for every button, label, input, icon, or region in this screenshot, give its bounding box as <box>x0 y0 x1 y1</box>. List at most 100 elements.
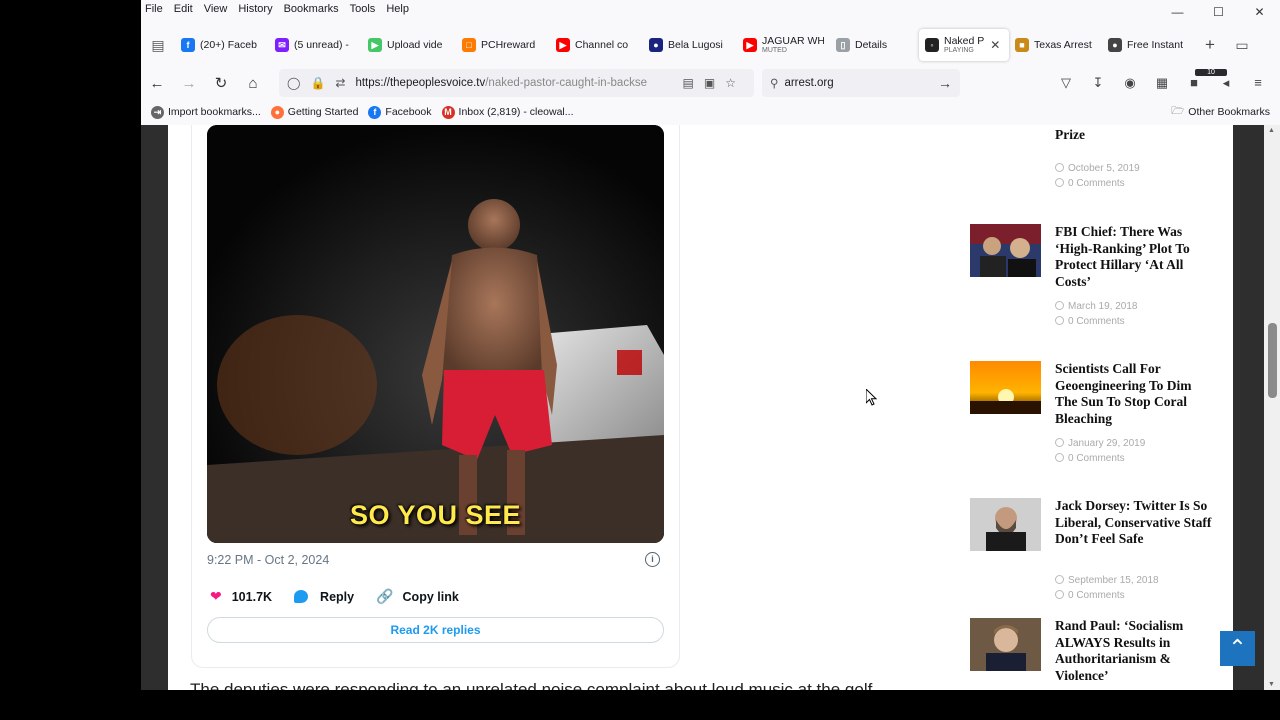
window-controls: — ☐ ✕ <box>1157 0 1280 24</box>
tab-8[interactable]: ◦ Naked P PLAYING ✕ <box>919 29 1009 61</box>
tab-3[interactable]: □ PCHreward <box>456 29 550 61</box>
reply-button[interactable]: Reply <box>294 590 354 604</box>
sidebar-post: Win 2019 Nobel Peace Prize October 5, 201… <box>970 125 1220 235</box>
lock-icon[interactable]: 🔒 <box>310 76 325 90</box>
heart-icon: ❤ <box>210 588 222 604</box>
bookmark-item[interactable]: ⇥ Import bookmarks... <box>151 105 261 119</box>
back-icon[interactable]: ← <box>141 75 173 92</box>
browser-window: File Edit View History Bookmarks Tools H… <box>141 0 1280 690</box>
post-date-text: September 15, 2018 <box>1068 575 1159 586</box>
tab-strip: ▤ f (20+) Faceb ✉ (5 unread) - ▶ Upload vide □… <box>141 26 1280 64</box>
copy-link-button[interactable]: 🔗 Copy link <box>376 588 459 605</box>
tweet-timestamp[interactable]: 9:22 PM - Oct 2, 2024 <box>207 553 329 567</box>
menu-help[interactable]: Help <box>386 3 409 15</box>
video-frame <box>207 125 664 543</box>
tab-favicon-icon: ▯ <box>836 38 850 52</box>
page-scrollbar[interactable]: ▲ ▼ <box>1264 125 1280 690</box>
all-tabs-icon[interactable]: ▭ <box>1225 37 1259 54</box>
post-title-link[interactable]: Win 2019 Nobel Peace Prize <box>1055 125 1215 143</box>
tab-label: Bela Lugosi <box>668 39 723 51</box>
info-icon[interactable]: i <box>645 552 660 567</box>
menu-history[interactable]: History <box>238 3 272 15</box>
tab-title: Details <box>855 39 888 51</box>
sidebar-post: Rand Paul: ‘Socialism ALWAYS Results in … <box>970 618 1220 690</box>
menu-file[interactable]: File <box>145 3 163 15</box>
reload-icon[interactable]: ↻ <box>205 74 237 92</box>
tab-5[interactable]: ● Bela Lugosi <box>643 29 737 61</box>
search-go-icon[interactable]: → <box>938 75 952 91</box>
clock-icon <box>1055 438 1064 447</box>
tab-0[interactable]: f (20+) Faceb <box>175 29 269 61</box>
tab-favicon-icon: □ <box>462 38 476 52</box>
close-window-button[interactable]: ✕ <box>1239 0 1280 24</box>
tab-audio-status: MUTED <box>762 47 787 54</box>
tab-9[interactable]: ■ Texas Arrest <box>1009 29 1102 61</box>
shield-icon[interactable]: ◯ <box>287 76 300 90</box>
scroll-down-icon[interactable]: ▼ <box>1268 681 1275 688</box>
maximize-button[interactable]: ☐ <box>1198 0 1239 24</box>
close-tab-icon[interactable]: ✕ <box>990 38 1000 52</box>
tab-7[interactable]: ▯ Details <box>830 29 919 61</box>
post-title-link[interactable]: Scientists Call For Geoengineering To Di… <box>1055 361 1215 427</box>
post-comments[interactable]: 0 Comments <box>1055 178 1125 189</box>
pocket-icon[interactable]: ▽ <box>1050 75 1082 91</box>
post-thumbnail[interactable] <box>970 498 1041 551</box>
extension-badge-icon[interactable]: ■ 10 <box>1178 69 1227 91</box>
menu-bookmarks[interactable]: Bookmarks <box>284 3 339 15</box>
extensions-icon[interactable]: ▦ <box>1146 75 1178 91</box>
like-count: 101.7K <box>231 589 273 604</box>
comment-icon <box>1055 316 1064 325</box>
bookmark-label: Getting Started <box>287 106 359 118</box>
downloads-icon[interactable]: ↧ <box>1082 75 1114 91</box>
post-comments[interactable]: 0 Comments <box>1055 590 1125 601</box>
post-thumbnail[interactable] <box>970 224 1041 277</box>
read-replies-button[interactable]: Read 2K replies <box>207 617 664 643</box>
account-icon[interactable]: ◉ <box>1114 75 1146 91</box>
bookmark-item[interactable]: f Facebook <box>368 105 432 119</box>
scroll-up-icon[interactable]: ▲ <box>1268 127 1275 134</box>
tab-2[interactable]: ▶ Upload vide <box>362 29 456 61</box>
new-tab-button[interactable]: + <box>1195 35 1225 55</box>
bookmark-item[interactable]: M Inbox (2,819) - cleowal... <box>441 105 574 119</box>
post-thumbnail[interactable] <box>970 125 1041 131</box>
bookmark-favicon-icon: ● <box>270 105 284 119</box>
search-bar[interactable]: ⚲ arrest.org → <box>762 69 960 97</box>
megaphone-icon[interactable]: ◂ <box>1210 75 1242 91</box>
post-date-text: January 29, 2019 <box>1068 438 1146 449</box>
url-text[interactable]: https://thepeoplesvoice.tv/naked-pastor-… <box>355 77 682 89</box>
picture-in-picture-icon[interactable]: ▣ <box>704 76 715 90</box>
tab-1[interactable]: ✉ (5 unread) - <box>269 29 362 61</box>
post-title-link[interactable]: Jack Dorsey: Twitter Is So Liberal, Cons… <box>1055 498 1215 548</box>
bookmark-item[interactable]: ● Getting Started <box>270 105 359 119</box>
search-input[interactable]: arrest.org <box>784 77 833 89</box>
forward-icon[interactable]: → <box>173 75 205 92</box>
other-bookmarks[interactable]: 🗁 Other Bookmarks <box>1171 103 1270 121</box>
url-bar[interactable]: ◯ 🔒 ⇄ https://thepeoplesvoice.tv/naked-p… <box>279 69 754 97</box>
tab-10[interactable]: ● Free Instant <box>1102 29 1195 61</box>
bookmark-star-icon[interactable]: ☆ <box>725 76 736 90</box>
home-icon[interactable]: ⌂ <box>237 75 269 92</box>
post-comments[interactable]: 0 Comments <box>1055 316 1125 327</box>
scroll-to-top-button[interactable]: ⌃ <box>1220 631 1255 666</box>
minimize-button[interactable]: — <box>1157 0 1198 24</box>
scrollbar-thumb[interactable] <box>1268 323 1277 398</box>
tab-audio-status: PLAYING <box>944 47 974 54</box>
tab-4[interactable]: ▶ Channel co <box>550 29 643 61</box>
post-comments[interactable]: 0 Comments <box>1055 453 1125 464</box>
sidebar-post: Scientists Call For Geoengineering To Di… <box>970 361 1220 481</box>
tab-6[interactable]: ▶ JAGUAR WH MUTED <box>737 29 830 61</box>
tab-list-icon[interactable]: ▤ <box>141 37 175 54</box>
menu-edit[interactable]: Edit <box>174 3 193 15</box>
like-button[interactable]: ❤ 101.7K <box>210 588 272 605</box>
post-thumbnail[interactable] <box>970 618 1041 671</box>
tweet-video[interactable]: SO YOU SEE <box>207 125 664 543</box>
post-title-link[interactable]: FBI Chief: There Was ‘High-Ranking’ Plot… <box>1055 224 1215 290</box>
menu-icon[interactable]: ≡ <box>1242 75 1274 91</box>
post-title-link[interactable]: Rand Paul: ‘Socialism ALWAYS Results in … <box>1055 618 1215 684</box>
reader-view-icon[interactable]: ▤ <box>683 76 694 90</box>
permissions-icon[interactable]: ⇄ <box>335 76 345 90</box>
post-thumbnail[interactable] <box>970 361 1041 414</box>
tab-label: Channel co <box>575 39 628 51</box>
menu-tools[interactable]: Tools <box>350 3 376 15</box>
menu-view[interactable]: View <box>204 3 228 15</box>
